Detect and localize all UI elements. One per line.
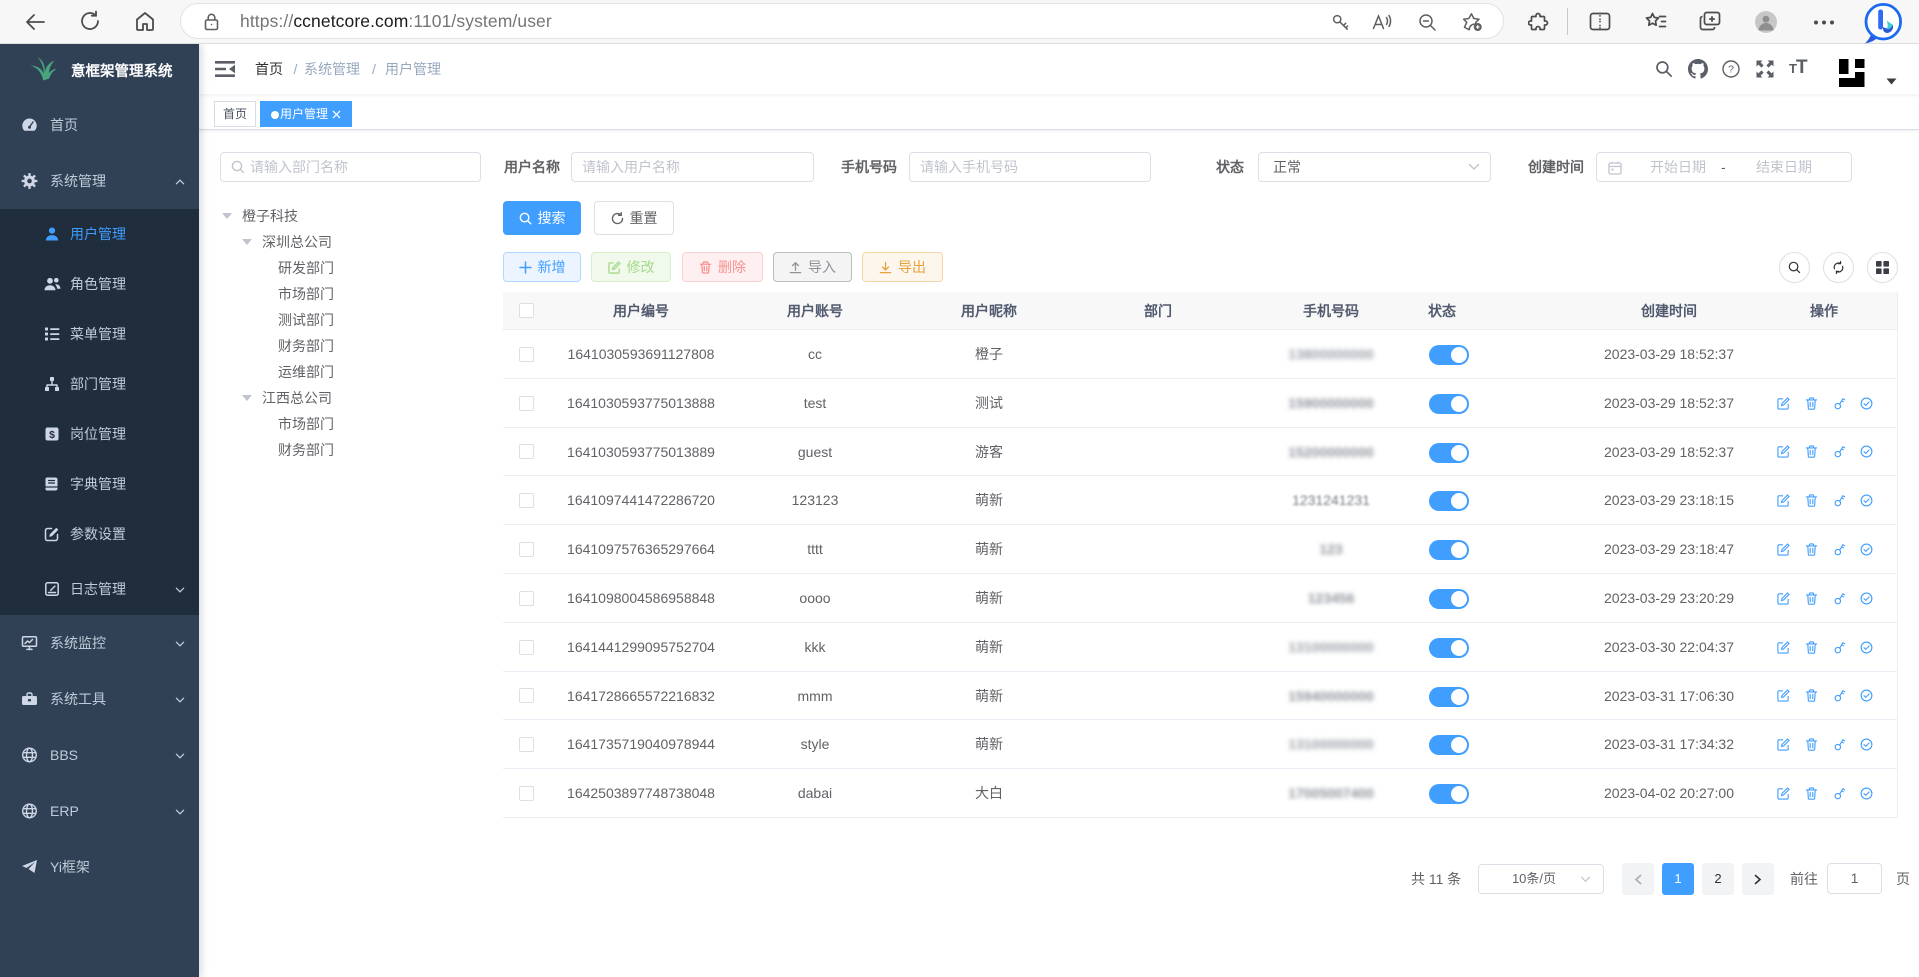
svg-text:$: $: [49, 429, 55, 441]
svg-text:?: ?: [1728, 64, 1734, 76]
